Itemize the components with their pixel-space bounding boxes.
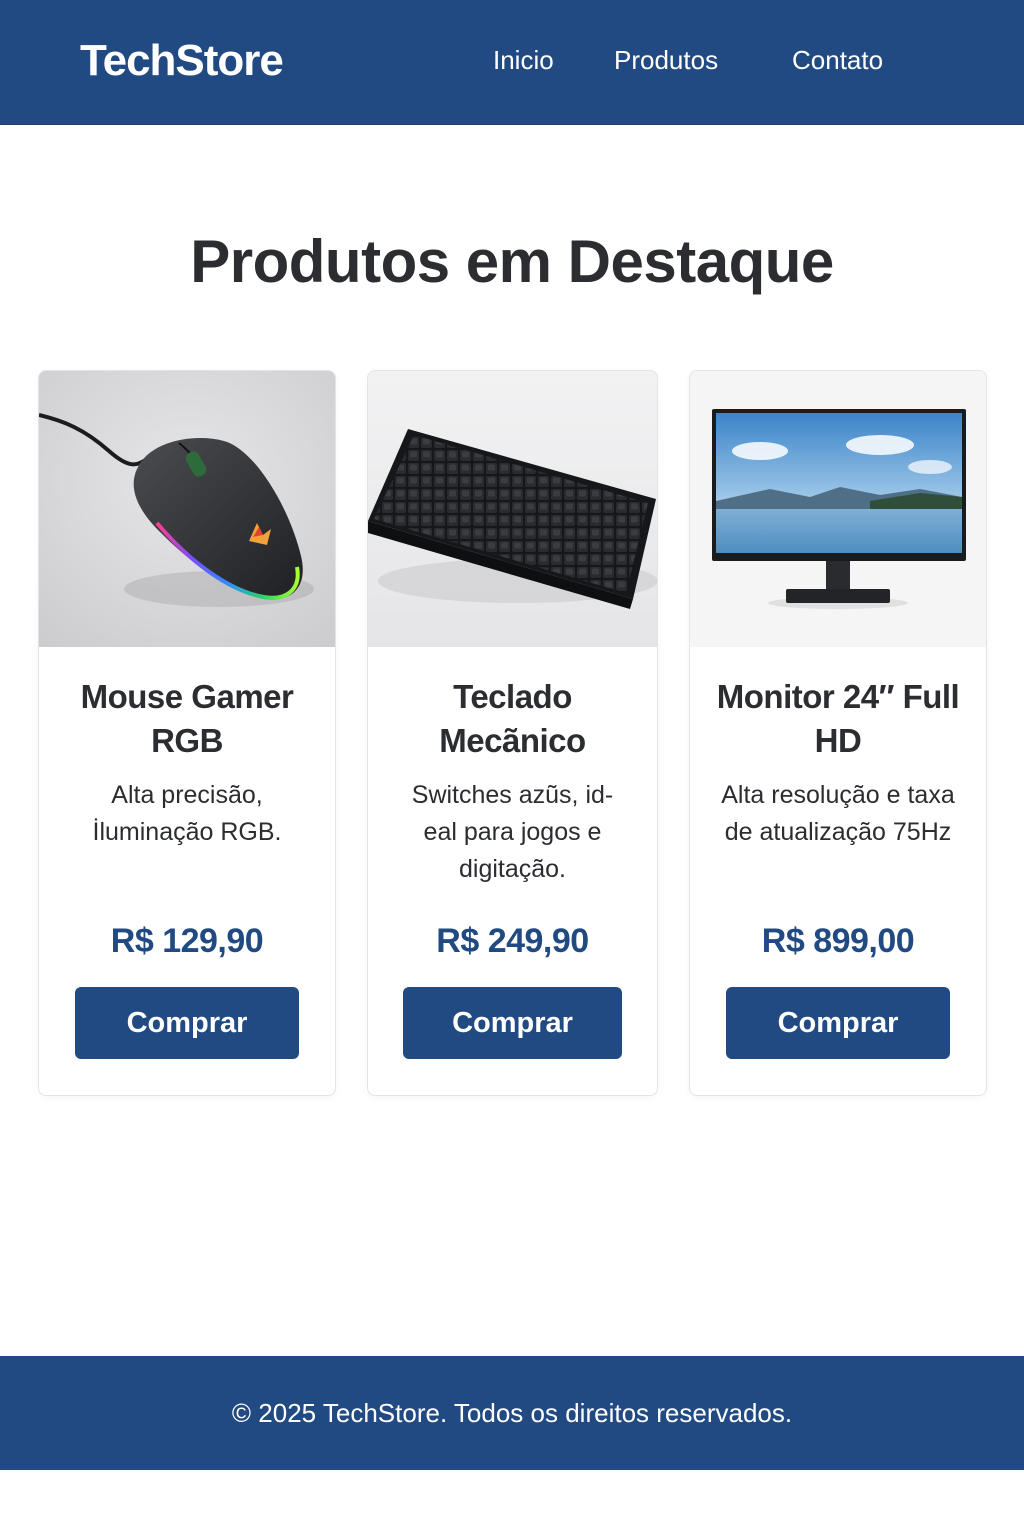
product-image-keyboard — [368, 371, 657, 647]
product-price: R$ 129,90 — [110, 922, 264, 960]
buy-button-mouse[interactable]: Comprar — [75, 987, 299, 1059]
site-footer: © 2025 TechStore. Todos os direitos rese… — [0, 1356, 1024, 1470]
buy-button-monitor[interactable]: Comprar — [726, 987, 950, 1059]
product-image-mouse — [39, 371, 335, 647]
product-image-monitor — [690, 371, 986, 647]
site-header: TechStore Inicio Produtos Contato — [0, 0, 1024, 125]
nav-link-contato[interactable]: Contato — [792, 44, 883, 76]
product-price: R$ 249,90 — [436, 922, 589, 960]
product-card-monitor: Monitor 24″ Full HD Alta resolução e tax… — [689, 370, 987, 1096]
product-description: Switches azũs, id-eal para jogos e digit… — [411, 781, 614, 883]
product-card-keyboard: Teclado Mecãnico Switches azũs, id-eal p… — [367, 370, 658, 1096]
mechanical-keyboard-photo — [368, 371, 657, 647]
product-description: Alta resolução e taxa de atualização 75H… — [721, 781, 955, 846]
buy-button-keyboard[interactable]: Comprar — [403, 987, 622, 1059]
product-name: Mouse Gamer RGB — [80, 678, 294, 759]
footer-copyright: © 2025 TechStore. Todos os direitos rese… — [231, 1398, 793, 1428]
product-name: Monitor 24″ Full HD — [716, 678, 960, 759]
gaming-mouse-photo — [39, 371, 335, 647]
nav-link-inicio[interactable]: Inicio — [493, 44, 554, 76]
product-card-mouse: Mouse Gamer RGB Alta precisão, İluminaçã… — [38, 370, 336, 1096]
brand-logo[interactable]: TechStore — [80, 36, 284, 86]
monitor-photo — [690, 371, 986, 647]
page-title: Produtos em Destaque — [190, 228, 834, 295]
nav-link-produtos[interactable]: Produtos — [614, 44, 718, 76]
product-price: R$ 899,00 — [761, 922, 915, 960]
product-description: Alta precisão, İluminação RGB. — [92, 781, 282, 846]
product-name: Teclado Mecãnico — [439, 678, 586, 759]
